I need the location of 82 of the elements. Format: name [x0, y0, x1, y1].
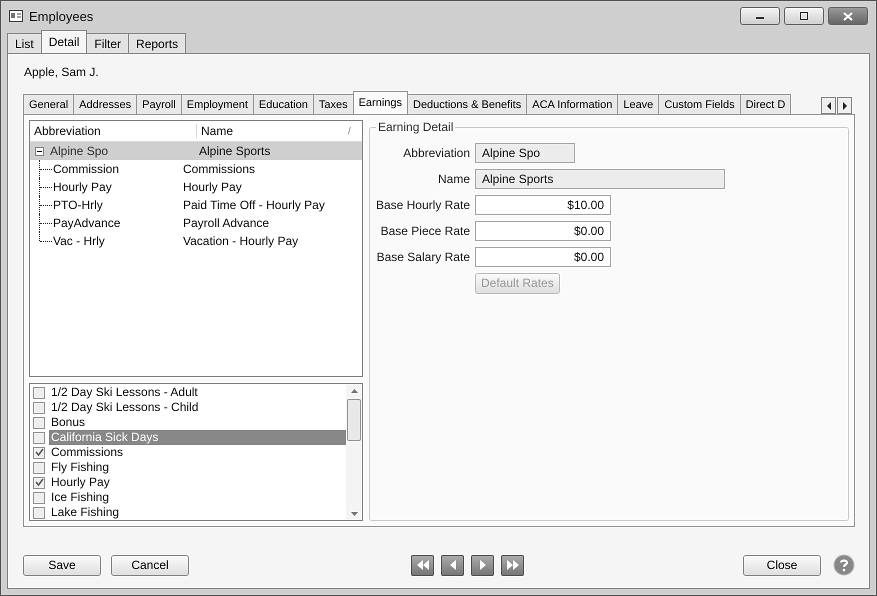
maximize-button[interactable]: [784, 7, 824, 25]
tab[interactable]: Direct D: [740, 94, 792, 114]
list-item[interactable]: Ice Fishing: [49, 490, 346, 505]
tab[interactable]: Employment: [180, 94, 254, 114]
window-title: Employees: [29, 8, 94, 24]
tab[interactable]: Custom Fields: [658, 94, 741, 114]
checkbox[interactable]: [33, 462, 45, 474]
first-record-button[interactable]: [411, 554, 434, 576]
tree-row[interactable]: PTO-Hrly Paid Time Off - Hourly Pay: [30, 196, 362, 214]
field-label: Base Piece Rate: [380, 224, 471, 238]
tab[interactable]: Addresses: [73, 94, 138, 114]
employee-name: Apple, Sam J.: [24, 65, 100, 81]
checkbox[interactable]: [33, 386, 45, 398]
right-arrow-icon: [842, 102, 848, 110]
help-icon[interactable]: [833, 554, 855, 576]
scrollbar[interactable]: [346, 384, 362, 520]
checkbox[interactable]: [33, 416, 45, 428]
checkbox[interactable]: [33, 402, 45, 414]
tab[interactable]: Payroll: [136, 94, 182, 114]
maximize-icon: [799, 12, 809, 20]
sort-mark: /: [348, 126, 352, 136]
tab[interactable]: General: [23, 94, 74, 114]
close-button[interactable]: Close: [743, 554, 821, 576]
field-label: Abbreviation: [402, 146, 471, 160]
double-left-arrow-icon: [416, 560, 430, 570]
tab[interactable]: Filter: [86, 33, 130, 53]
left-arrow-icon: [826, 102, 832, 110]
tab[interactable]: Deductions & Benefits: [407, 94, 528, 114]
cancel-button[interactable]: Cancel: [111, 554, 189, 576]
tree-row[interactable]: Alpine Spo Alpine Sports: [30, 142, 362, 160]
list-item[interactable]: Bonus: [49, 415, 346, 430]
double-right-arrow-icon: [506, 560, 520, 570]
tree-row[interactable]: Vac - Hrly Vacation - Hourly Pay: [30, 232, 362, 250]
tab[interactable]: ACA Information: [526, 94, 618, 114]
tab[interactable]: List: [7, 33, 42, 53]
tab[interactable]: Taxes: [312, 94, 354, 114]
save-button[interactable]: Save: [23, 554, 101, 576]
list-item[interactable]: 1/2 Day Ski Lessons - Adult: [49, 385, 346, 400]
list-item[interactable]: Fly Fishing: [49, 460, 346, 475]
right-arrow-icon: [478, 560, 486, 570]
previous-record-button[interactable]: [441, 554, 464, 576]
field-label: Base Salary Rate: [376, 250, 471, 264]
scroll-left-button[interactable]: [821, 97, 836, 114]
input-field[interactable]: $10.00: [475, 195, 611, 215]
scroll-up-icon[interactable]: [350, 389, 358, 393]
collapse-icon[interactable]: [35, 146, 44, 156]
field-label: Name: [436, 172, 471, 186]
field-label: Base Hourly Rate: [374, 198, 471, 212]
list-item[interactable]: California Sick Days: [49, 430, 346, 445]
input-field[interactable]: Alpine Spo: [475, 143, 575, 163]
tree-row[interactable]: Hourly Pay Hourly Pay: [30, 178, 362, 196]
column-header: Abbreviation: [30, 124, 197, 138]
close-icon: [843, 12, 853, 20]
left-arrow-icon: [448, 560, 456, 570]
input-field[interactable]: $0.00: [475, 221, 611, 241]
tab[interactable]: Earnings: [352, 91, 408, 114]
checkbox[interactable]: [33, 492, 45, 504]
scroll-down-icon[interactable]: [350, 512, 358, 516]
next-record-button[interactable]: [471, 554, 494, 576]
tree-row[interactable]: Commission Commissions: [30, 160, 362, 178]
list-item[interactable]: Lake Fishing: [49, 505, 346, 520]
list-item[interactable]: 1/2 Day Ski Lessons - Child: [49, 400, 346, 415]
column-header: Name: [200, 124, 234, 138]
tab[interactable]: Leave: [617, 94, 660, 114]
scroll-right-button[interactable]: [837, 97, 852, 114]
id-card-icon: [9, 10, 23, 22]
checkbox[interactable]: [33, 446, 45, 458]
tab[interactable]: Detail: [40, 30, 88, 53]
input-field[interactable]: $0.00: [475, 247, 611, 267]
input-field[interactable]: Alpine Sports: [475, 169, 725, 189]
last-record-button[interactable]: [501, 554, 524, 576]
group-title: Earning Detail: [377, 120, 454, 134]
checkbox[interactable]: [33, 432, 45, 444]
minimize-button[interactable]: [740, 7, 780, 25]
close-button[interactable]: [828, 7, 868, 25]
tab[interactable]: Education: [252, 94, 314, 114]
checkbox[interactable]: [33, 476, 45, 488]
list-item[interactable]: Commissions: [49, 445, 346, 460]
checkbox[interactable]: [33, 506, 45, 518]
tree-row[interactable]: PayAdvance Payroll Advance: [30, 214, 362, 232]
tab[interactable]: Reports: [128, 33, 186, 53]
list-item[interactable]: Hourly Pay: [49, 475, 346, 490]
